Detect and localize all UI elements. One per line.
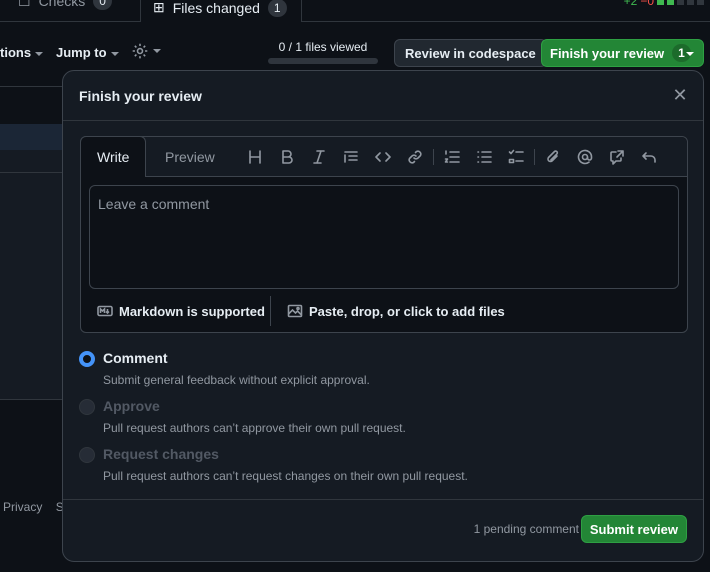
numbered-list-icon[interactable]: [436, 147, 468, 167]
task-list-icon[interactable]: [500, 147, 532, 167]
background-panel: [0, 172, 70, 400]
tab-write[interactable]: Write: [80, 136, 147, 177]
add-files-button[interactable]: Paste, drop, or click to add files: [287, 296, 505, 326]
file-diff-icon: ⊞: [153, 0, 165, 15]
mention-icon[interactable]: [569, 147, 601, 167]
formatting-toolbar: [239, 147, 665, 167]
privacy-link[interactable]: Privacy: [3, 500, 42, 514]
editor-tabs: Write Preview: [80, 136, 687, 177]
diff-box: [697, 0, 704, 5]
diffstat: +2 −0: [624, 0, 704, 8]
image-icon: [287, 304, 303, 318]
jump-to-label: Jump to: [56, 45, 107, 60]
chevron-down-icon: [153, 49, 161, 53]
settings-menu[interactable]: [131, 42, 161, 63]
italic-icon[interactable]: [303, 147, 335, 167]
undo-icon[interactable]: [633, 147, 665, 167]
add-files-label: Paste, drop, or click to add files: [309, 303, 505, 319]
comment-textarea[interactable]: [89, 185, 679, 289]
link-icon[interactable]: [399, 147, 431, 167]
toolbar-divider: [433, 149, 434, 165]
request-changes-radio: [79, 447, 95, 463]
unordered-list-icon[interactable]: [468, 147, 500, 167]
approve-label: Approve: [103, 398, 160, 414]
tab-preview[interactable]: Preview: [165, 137, 215, 177]
heading-icon[interactable]: [239, 147, 271, 167]
finish-review-label: Finish your review: [550, 45, 665, 61]
tab-files-changed[interactable]: ⊞ Files changed 1: [140, 0, 302, 22]
code-icon[interactable]: [367, 147, 399, 167]
toolbar-divider: [534, 149, 535, 165]
pr-tabs: ☐ Checks 0 ⊞ Files changed 1 +2 −0: [0, 0, 710, 22]
comment-editor: Write Preview Leave a comment Markdown i…: [80, 136, 688, 333]
chevron-down-icon: [35, 51, 44, 56]
comment-label: Comment: [103, 350, 168, 366]
footer-links: Privacy S: [3, 500, 64, 514]
markdown-icon: [97, 305, 113, 317]
files-counter: 1: [267, 0, 287, 17]
paperclip-icon[interactable]: [537, 147, 569, 167]
review-in-codespace-button[interactable]: Review in codespace: [394, 39, 547, 67]
comment-radio[interactable]: [79, 351, 95, 367]
editor-footer: Markdown is supported Paste, drop, or cl…: [81, 296, 687, 334]
comment-description: Submit general feedback without explicit…: [103, 373, 370, 387]
dialog-header: Finish your review ✕: [63, 71, 703, 121]
tab-checks-label: Checks: [38, 0, 86, 9]
request-changes-description: Pull request authors can’t request chang…: [103, 469, 468, 483]
background-row: [0, 150, 70, 172]
diff-box: [677, 0, 684, 5]
request-changes-label: Request changes: [103, 446, 219, 462]
gear-icon: [132, 43, 148, 59]
options-menu[interactable]: tions: [0, 45, 44, 60]
background-divider: [0, 86, 70, 87]
quote-icon[interactable]: [335, 147, 367, 167]
diff-additions: +2: [623, 0, 638, 8]
approve-description: Pull request authors can’t approve their…: [103, 421, 406, 435]
diff-deletions: −0: [640, 0, 654, 8]
markdown-label: Markdown is supported: [119, 303, 265, 319]
pending-comment-count: 1 pending comment: [473, 522, 579, 536]
dialog-title: Finish your review: [79, 88, 202, 104]
files-viewed-progress: [268, 58, 378, 64]
submit-review-button[interactable]: Submit review: [580, 515, 687, 543]
options-menu-label: tions: [0, 45, 32, 60]
checks-icon: ☐: [18, 0, 31, 9]
markdown-help-link[interactable]: Markdown is supported: [97, 296, 265, 326]
files-toolbar: tions Jump to 0 / 1 files viewed Review …: [0, 38, 710, 68]
finish-review-dialog: Finish your review ✕ Write Preview Leave…: [62, 70, 704, 562]
chevron-down-icon: [110, 51, 119, 56]
checks-counter: 0: [93, 0, 112, 10]
files-viewed-count: 0 / 1 files viewed: [278, 40, 368, 54]
diff-box: [667, 0, 674, 5]
close-icon[interactable]: ✕: [671, 86, 689, 104]
approve-radio: [79, 399, 95, 415]
background-selected-row: [0, 124, 70, 150]
chevron-down-icon: [686, 52, 694, 56]
finish-review-button[interactable]: Finish your review 1: [541, 39, 704, 67]
cross-reference-icon[interactable]: [601, 147, 633, 167]
diff-box: [687, 0, 694, 5]
bold-icon[interactable]: [271, 147, 303, 167]
tab-checks[interactable]: ☐ Checks 0: [18, 0, 112, 10]
footer-divider: [270, 296, 271, 326]
tab-files-label: Files changed: [172, 0, 260, 16]
diff-box: [657, 0, 664, 5]
jump-to-menu[interactable]: Jump to: [56, 45, 119, 60]
dialog-footer: 1 pending comment Submit review: [63, 499, 703, 561]
